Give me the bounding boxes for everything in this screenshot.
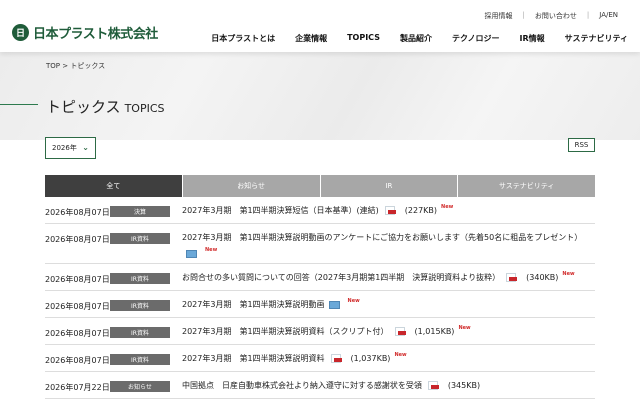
new-badge: New (205, 247, 218, 253)
new-badge: New (347, 298, 360, 304)
news-date: 2026年08月07日 (45, 235, 110, 244)
list-item: 2026年08月07日 IR資料 2027年3月期 第1四半期決算説明資料 (1,… (45, 345, 595, 372)
news-body: 2027年3月期 第1四半期決算説明動画のアンケートにご協力をお願いします（先着… (182, 230, 582, 262)
utility-link-recruit[interactable]: 採用情報 (475, 11, 523, 21)
page-title-en: TOPICS (124, 102, 165, 115)
rss-button[interactable]: RSS (568, 138, 595, 152)
breadcrumb[interactable]: TOP > トピックス (46, 61, 105, 71)
news-date: 2026年08月07日 (45, 302, 110, 311)
logo-text: 日本プラスト株式会社 (33, 27, 158, 42)
news-date: 2026年08月07日 (45, 356, 110, 365)
logo-mark-icon: 日 (12, 24, 29, 41)
page-title-ja: トピックス (46, 98, 121, 116)
new-badge: New (394, 352, 407, 358)
category-badge: IR資料 (110, 327, 170, 338)
site-header: 日 日本プラスト株式会社 採用情報 | お問い合わせ | JA/EN 日本プラス… (0, 0, 640, 52)
global-nav: 日本プラストとは 企業情報 TOPICS 製品紹介 テクノロジー IR情報 サス… (191, 33, 628, 44)
file-size: (1,015KB) (414, 327, 455, 336)
nav-item-topics[interactable]: TOPICS (347, 33, 380, 44)
nav-item-sustainability[interactable]: サステナビリティ (565, 33, 628, 44)
utility-link-contact[interactable]: お問い合わせ (525, 11, 587, 21)
list-item: 2026年08月07日 IR資料 2027年3月期 第1四半期決算説明動画のアン… (45, 224, 595, 264)
video-icon (186, 249, 197, 258)
news-body: お問合せの多い質問についての回答（2027年3月期第1四半期 決算説明資料より抜… (182, 270, 581, 286)
nav-item-products[interactable]: 製品紹介 (400, 33, 432, 44)
category-badge: お知らせ (110, 381, 170, 392)
news-title-link[interactable]: 2027年3月期 第1四半期決算説明資料 (182, 354, 325, 363)
file-size: (227KB) (404, 206, 438, 215)
category-badge: 決算 (110, 206, 170, 217)
pdf-icon (330, 354, 342, 363)
nav-item-ir[interactable]: IR情報 (520, 33, 545, 44)
chevron-down-icon: ⌄ (82, 143, 89, 152)
category-badge: IR資料 (110, 354, 170, 365)
news-date: 2026年08月07日 (45, 208, 110, 217)
new-badge: New (562, 271, 575, 277)
company-logo[interactable]: 日 日本プラスト株式会社 (12, 23, 158, 42)
list-item: 2026年08月07日 決算 2027年3月期 第1四半期決算短信（日本基準）(… (45, 197, 595, 224)
news-body: 中国拠点 日産自動車株式会社より納入遵守に対する感謝状を受領 (345KB) (182, 378, 581, 394)
video-icon (328, 300, 340, 309)
year-select-value: 2026年 (52, 144, 77, 152)
new-badge: New (441, 204, 454, 210)
news-title-link[interactable]: 中国拠点 日産自動車株式会社より納入遵守に対する感謝状を受領 (182, 381, 422, 390)
category-badge: IR資料 (110, 233, 170, 244)
nav-item-corporate[interactable]: 企業情報 (295, 33, 327, 44)
list-item: 2026年07月22日 お知らせ 中国拠点 日産自動車株式会社より納入遵守に対す… (45, 372, 595, 399)
news-date: 2026年08月07日 (45, 329, 110, 338)
list-item: 2026年08月07日 IR資料 2027年3月期 第1四半期決算説明動画 New (45, 291, 595, 318)
news-body: 2027年3月期 第1四半期決算説明資料（スクリプト付） (1,015KB) New (182, 324, 581, 340)
page-title: トピックス TOPICS (46, 96, 164, 117)
file-size: (1,037KB) (350, 354, 391, 363)
category-badge: IR資料 (110, 273, 170, 284)
tab-sustainability[interactable]: サステナビリティ (458, 175, 595, 197)
news-body: 2027年3月期 第1四半期決算説明資料 (1,037KB) New (182, 351, 581, 367)
pdf-icon (506, 273, 518, 282)
news-date: 2026年08月07日 (45, 275, 110, 284)
news-date: 2026年07月22日 (45, 383, 110, 392)
utility-nav: 採用情報 | お問い合わせ | JA/EN (475, 11, 628, 21)
nav-item-about[interactable]: 日本プラストとは (211, 33, 275, 44)
category-tabs: 全て お知らせ IR サステナビリティ (45, 175, 595, 197)
tab-ir[interactable]: IR (320, 175, 458, 197)
news-title-link[interactable]: お問合せの多い質問についての回答（2027年3月期第1四半期 決算説明資料より抜… (182, 273, 500, 282)
file-size: (340KB) (526, 273, 559, 282)
tab-all[interactable]: 全て (45, 175, 182, 197)
pdf-icon (427, 381, 439, 390)
news-title-link[interactable]: 2027年3月期 第1四半期決算説明動画のアンケートにご協力をお願いします（先着… (182, 233, 582, 242)
category-badge: IR資料 (110, 300, 170, 311)
news-list: 2026年08月07日 決算 2027年3月期 第1四半期決算短信（日本基準）(… (45, 197, 595, 399)
pdf-icon (394, 327, 406, 336)
news-body: 2027年3月期 第1四半期決算説明動画 New (182, 297, 581, 313)
nav-item-technology[interactable]: テクノロジー (452, 33, 500, 44)
file-size: (345KB) (447, 381, 481, 390)
new-badge: New (458, 325, 471, 331)
news-title-link[interactable]: 2027年3月期 第1四半期決算説明資料（スクリプト付） (182, 327, 389, 336)
pdf-icon (384, 206, 396, 215)
year-select[interactable]: 2026年 ⌄ (45, 137, 96, 159)
tab-news[interactable]: お知らせ (182, 175, 320, 197)
list-item: 2026年08月07日 IR資料 お問合せの多い質問についての回答（2027年3… (45, 264, 595, 291)
language-switch[interactable]: JA/EN (589, 11, 628, 21)
list-item: 2026年08月07日 IR資料 2027年3月期 第1四半期決算説明資料（スク… (45, 318, 595, 345)
news-body: 2027年3月期 第1四半期決算短信（日本基準）(連結) (227KB) New (182, 203, 581, 219)
title-accent-line (0, 104, 38, 105)
news-title-link[interactable]: 2027年3月期 第1四半期決算短信（日本基準）(連結) (182, 206, 379, 215)
news-title-link[interactable]: 2027年3月期 第1四半期決算説明動画 (182, 300, 325, 309)
